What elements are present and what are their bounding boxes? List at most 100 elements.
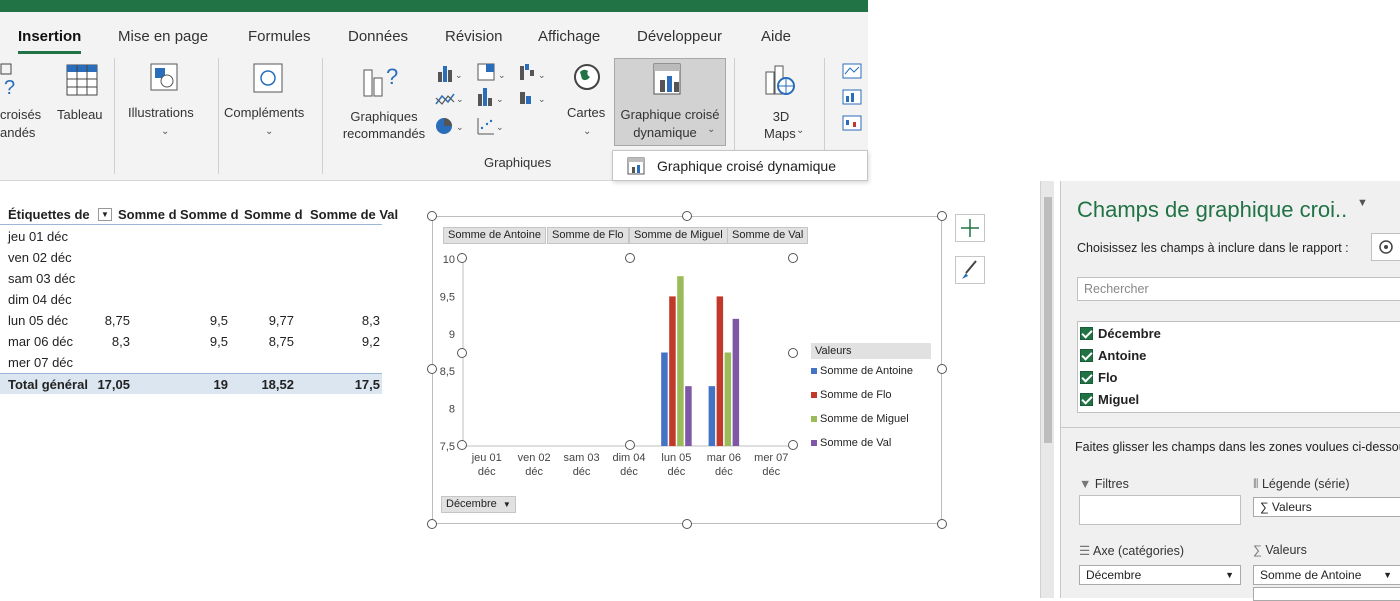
row-labels-filter-button[interactable]: ▼ <box>98 208 112 221</box>
checkbox-checked[interactable] <box>1080 393 1093 406</box>
chart-type-grid[interactable]: ⌄ ⌄ ⌄ ⌄ ⌄ ⌄ ⌄ ⌄ <box>432 60 560 140</box>
values-zone-item-antoine[interactable]: Somme de Antoine ▼ <box>1253 565 1400 585</box>
field-button-val[interactable]: Somme de Val <box>727 227 809 244</box>
pivot-chart-menu-item[interactable]: Graphique croisé dynamique <box>612 150 868 181</box>
field-list: Décembre Antoine Flo Miguel <box>1077 321 1400 413</box>
axis-zone-item-decembre[interactable]: Décembre ▼ <box>1079 565 1241 585</box>
pivot-chart-menu-label[interactable]: Graphique croisé dynamique <box>657 158 836 174</box>
tools-button[interactable] <box>1371 233 1400 261</box>
illustrations-label[interactable]: Illustrations <box>128 104 194 121</box>
recommended-charts-label-1[interactable]: Graphiques <box>344 108 424 125</box>
dropdown-arrow-icon[interactable]: ▼ <box>1225 566 1234 584</box>
chart-resize-handle[interactable] <box>937 211 947 221</box>
legend-item-miguel: Somme de Miguel <box>811 413 909 425</box>
plot-resize-handle[interactable] <box>457 440 467 450</box>
recommended-charts-label-2[interactable]: recommandés <box>338 125 430 142</box>
plot-resize-handle[interactable] <box>457 253 467 263</box>
tab-donnees[interactable]: Données <box>348 28 408 45</box>
svg-text:⌄: ⌄ <box>496 122 504 132</box>
tab-developpeur[interactable]: Développeur <box>637 28 722 45</box>
checkbox-checked[interactable] <box>1080 371 1093 384</box>
plot-resize-handle[interactable] <box>457 348 467 358</box>
recommended-charts-icon[interactable]: ? <box>358 60 402 98</box>
pivot-header-row: Étiquettes de ▼ Somme d Somme d Somme d … <box>0 204 398 225</box>
maps-chevron-icon[interactable]: ⌄ <box>583 126 591 137</box>
hierarchy-chart-icon <box>477 63 495 81</box>
checkbox-checked[interactable] <box>1080 327 1093 340</box>
pivot-table-icon[interactable]: ? <box>0 62 20 100</box>
filters-drop-zone[interactable] <box>1079 495 1241 525</box>
scrollbar-thumb[interactable] <box>1044 197 1052 443</box>
tab-insertion[interactable]: Insertion <box>18 28 82 54</box>
chart-resize-handle[interactable] <box>427 211 437 221</box>
dropdown-arrow-icon[interactable]: ▼ <box>1383 566 1392 584</box>
chart-resize-handle[interactable] <box>427 364 437 374</box>
vertical-scrollbar[interactable] <box>1040 181 1054 598</box>
bar <box>724 352 732 446</box>
addins-icon[interactable] <box>252 62 284 94</box>
field-item-flo[interactable]: Flo <box>1080 368 1118 388</box>
3d-maps-chevron-icon[interactable]: ⌄ <box>796 125 804 136</box>
x-tick-label: déc <box>478 466 496 478</box>
plot-resize-handle[interactable] <box>788 253 798 263</box>
chart-resize-handle[interactable] <box>427 519 437 529</box>
checkbox-checked[interactable] <box>1080 349 1093 362</box>
pivot-chart-label-2[interactable]: dynamique <box>620 124 710 141</box>
legend-zone-item-valeurs[interactable]: ∑ Valeurs <box>1253 497 1400 517</box>
field-item-antoine[interactable]: Antoine <box>1080 346 1146 366</box>
pivot-chart-icon[interactable] <box>652 62 686 98</box>
svg-text:?: ? <box>386 64 398 89</box>
illustrations-icon[interactable] <box>149 62 181 94</box>
maps-label[interactable]: Cartes <box>567 104 605 121</box>
pivot-table-label-2[interactable]: andés <box>0 124 35 141</box>
chart-elements-button[interactable] <box>955 214 985 242</box>
row-labels-header[interactable]: Étiquettes de <box>8 204 90 225</box>
tab-aide[interactable]: Aide <box>761 28 791 45</box>
field-search-input[interactable]: Rechercher <box>1077 277 1400 301</box>
pivot-chart[interactable]: Somme de Antoine Somme de Flo Somme de M… <box>432 216 942 524</box>
plot-resize-handle[interactable] <box>788 348 798 358</box>
chart-resize-handle[interactable] <box>682 519 692 529</box>
total-antoine: 17,05 <box>97 377 130 392</box>
chart-resize-handle[interactable] <box>937 519 947 529</box>
field-item-miguel[interactable]: Miguel <box>1080 390 1139 410</box>
table-icon[interactable] <box>66 64 98 96</box>
values-zone-item-next[interactable] <box>1253 587 1400 601</box>
pane-menu-chevron-icon[interactable]: ▼ <box>1357 197 1368 209</box>
table-row: jeu 01 déc <box>0 226 382 247</box>
field-button-antoine[interactable]: Somme de Antoine <box>443 227 546 244</box>
field-button-flo[interactable]: Somme de Flo <box>547 227 629 244</box>
plot-resize-handle[interactable] <box>788 440 798 450</box>
plot-resize-handle[interactable] <box>625 440 635 450</box>
bar <box>732 318 740 446</box>
table-button-label[interactable]: Tableau <box>57 106 103 123</box>
plot-resize-handle[interactable] <box>625 253 635 263</box>
chart-styles-button[interactable] <box>955 256 985 284</box>
axis-field-button-decembre[interactable]: Décembre ▼ <box>441 496 516 513</box>
tab-formules[interactable]: Formules <box>248 28 311 45</box>
chart-resize-handle[interactable] <box>937 364 947 374</box>
svg-text:⌄: ⌄ <box>498 70 506 80</box>
pivot-table-label-1[interactable]: croisés <box>0 106 41 123</box>
3d-maps-label-2[interactable]: Maps <box>764 125 796 142</box>
chart-resize-handle[interactable] <box>682 211 692 221</box>
x-tick-label: ven 02 <box>518 452 551 464</box>
sparklines-icons[interactable] <box>842 62 868 142</box>
tab-revision[interactable]: Révision <box>445 28 503 45</box>
tab-mise-en-page[interactable]: Mise en page <box>118 28 208 45</box>
tab-affichage[interactable]: Affichage <box>538 28 600 45</box>
cell-flo: 9,5 <box>209 334 228 349</box>
pane-title: Champs de graphique croi.. <box>1077 197 1348 222</box>
field-button-miguel[interactable]: Somme de Miguel <box>629 227 728 244</box>
bar <box>661 352 668 446</box>
pivot-chart-label-1[interactable]: Graphique croisé <box>618 106 722 123</box>
3d-maps-icon[interactable] <box>762 62 800 98</box>
pie-chart-icon <box>436 118 452 134</box>
pivot-chart-chevron-icon[interactable]: ⌄ <box>707 124 715 135</box>
field-item-decembre[interactable]: Décembre <box>1080 324 1161 344</box>
3d-maps-label-1[interactable]: 3D <box>766 108 796 125</box>
addins-chevron-icon[interactable]: ⌄ <box>265 126 273 137</box>
addins-label[interactable]: Compléments <box>224 104 304 121</box>
maps-globe-icon[interactable] <box>572 62 602 92</box>
illustrations-chevron-icon[interactable]: ⌄ <box>161 126 169 137</box>
